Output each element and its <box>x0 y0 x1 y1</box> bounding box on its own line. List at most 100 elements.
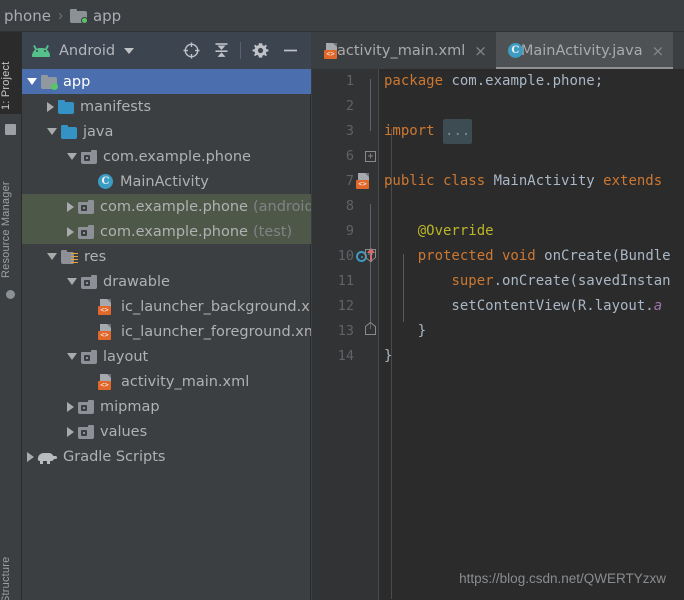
fold-collapse-end-icon[interactable] <box>365 322 376 333</box>
project-tree[interactable]: appmanifestsjavacom.example.phoneCMainAc… <box>22 69 311 600</box>
tree-node-label: java <box>83 124 113 140</box>
editor-tab[interactable]: <>activity_main.xml× <box>312 32 496 69</box>
line-number: 3 <box>312 119 354 144</box>
code-line[interactable]: 9 @Override <box>312 219 684 244</box>
tree-node-label: app <box>63 74 90 90</box>
tree-node-label: ic_launcher_background.xml <box>121 299 311 315</box>
line-number: 9 <box>312 219 354 244</box>
tree-node[interactable]: manifests <box>22 94 311 119</box>
breadcrumb-root[interactable]: phone <box>4 7 51 25</box>
chevron-down-icon[interactable] <box>124 48 134 54</box>
close-icon[interactable]: × <box>652 42 665 60</box>
tree-node[interactable]: CMainActivity <box>22 169 311 194</box>
tree-node[interactable]: values <box>22 419 311 444</box>
package-icon <box>78 200 94 214</box>
code-line[interactable]: 3 import ... <box>312 119 684 144</box>
fold-collapse-icon[interactable] <box>365 249 376 260</box>
java-class-icon: C <box>98 174 114 190</box>
code-line[interactable]: 12 setContentView(R.layout.a <box>312 294 684 319</box>
close-icon[interactable]: × <box>474 42 487 60</box>
minimize-icon[interactable] <box>275 36 305 66</box>
code-editor[interactable]: 1package com.example.phone;23 import ... 6… <box>312 69 684 600</box>
code-text: package com.example.phone; <box>384 69 603 94</box>
folder-icon <box>70 9 87 23</box>
collapse-all-icon[interactable] <box>206 36 236 66</box>
editor-tabs[interactable]: <>activity_main.xml×CMainActivity.java× <box>312 32 684 69</box>
folder-icon <box>58 100 74 114</box>
tree-node[interactable]: drawable <box>22 269 311 294</box>
code-text: import ... <box>384 119 472 144</box>
sidebar-item-project[interactable]: 1: Project <box>0 32 22 114</box>
project-tool-window: Android <box>22 32 311 600</box>
chevron-down-icon[interactable] <box>27 78 37 85</box>
line-number: 6 <box>312 144 354 169</box>
chevron-right-icon[interactable] <box>67 202 74 212</box>
sidebar-item-resource-manager[interactable]: Resource Manager <box>0 150 22 282</box>
tree-node[interactable]: com.example.phone(androidTest) <box>22 194 311 219</box>
code-line[interactable]: 14} <box>312 344 684 369</box>
code-token: import <box>384 123 443 139</box>
tree-node[interactable]: java <box>22 119 311 144</box>
editor-tab-label: activity_main.xml <box>337 43 465 59</box>
tree-node[interactable]: <>ic_launcher_foreground.xml <box>22 319 311 344</box>
tree-node[interactable]: layout <box>22 344 311 369</box>
chevron-down-icon[interactable] <box>67 353 77 360</box>
folder-icon <box>61 125 77 139</box>
chevron-down-icon[interactable] <box>67 278 77 285</box>
code-token: MainActivity <box>494 173 595 189</box>
package-icon <box>81 350 97 364</box>
project-view-selector-label[interactable]: Android <box>59 43 115 59</box>
chevron-right-icon[interactable] <box>47 102 54 112</box>
code-line[interactable]: 1package com.example.phone; <box>312 69 684 94</box>
locate-icon[interactable] <box>176 36 206 66</box>
tree-node-label: com.example.phone <box>100 224 248 240</box>
tree-node[interactable]: <>ic_launcher_background.xml <box>22 294 311 319</box>
xml-layout-gutter-icon[interactable]: <> <box>356 173 379 194</box>
tree-node-label: values <box>100 424 147 440</box>
line-number: 12 <box>312 294 354 319</box>
line-number: 10 <box>312 244 354 269</box>
code-token: extends <box>595 173 662 189</box>
line-number: 8 <box>312 194 354 219</box>
tree-node[interactable]: com.example.phone <box>22 144 311 169</box>
fold-expand-icon[interactable]: + <box>365 151 376 162</box>
chevron-right-icon[interactable] <box>67 227 74 237</box>
gear-icon[interactable] <box>245 36 275 66</box>
code-text: super.onCreate(savedInstan <box>384 269 671 294</box>
chevron-right-icon[interactable] <box>67 402 74 412</box>
tree-node[interactable]: res <box>22 244 311 269</box>
folder-module-icon <box>41 75 57 89</box>
breadcrumb-module[interactable]: app <box>93 7 121 25</box>
code-token: Bundle <box>620 248 671 264</box>
chevron-down-icon[interactable] <box>47 253 57 260</box>
package-icon <box>78 225 94 239</box>
code-token: @Override <box>384 223 494 239</box>
tree-node[interactable]: mipmap <box>22 394 311 419</box>
code-line[interactable]: 8 <box>312 194 684 219</box>
project-toolbar-buttons <box>176 36 305 66</box>
code-token: setContentView(R.layout. <box>384 298 654 314</box>
code-text: } <box>384 344 392 369</box>
tree-node-label: com.example.phone <box>100 199 248 215</box>
collapsed-imports[interactable]: ... <box>443 119 472 144</box>
code-token: package <box>384 73 451 89</box>
code-token: com.example.phone; <box>451 73 603 89</box>
resource-manager-icon <box>6 290 15 299</box>
breadcrumb-separator: › <box>58 7 63 24</box>
chevron-right-icon[interactable] <box>27 452 34 462</box>
package-icon <box>81 275 97 289</box>
code-line[interactable]: 11 super.onCreate(savedInstan <box>312 269 684 294</box>
tree-node[interactable]: <>activity_main.xml <box>22 369 311 394</box>
tree-node[interactable]: com.example.phone(test) <box>22 219 311 244</box>
code-text: } <box>384 319 426 344</box>
editor-tab[interactable]: CMainActivity.java× <box>496 32 673 69</box>
code-text: @Override <box>384 219 494 244</box>
sidebar-item-structure[interactable]: Structure <box>0 527 22 600</box>
chevron-down-icon[interactable] <box>47 128 57 135</box>
code-token: a <box>654 298 662 314</box>
tree-node[interactable]: app <box>22 69 311 94</box>
chevron-down-icon[interactable] <box>67 153 77 160</box>
tree-node[interactable]: Gradle Scripts <box>22 444 311 469</box>
chevron-right-icon[interactable] <box>67 427 74 437</box>
code-line[interactable]: 2 <box>312 94 684 119</box>
